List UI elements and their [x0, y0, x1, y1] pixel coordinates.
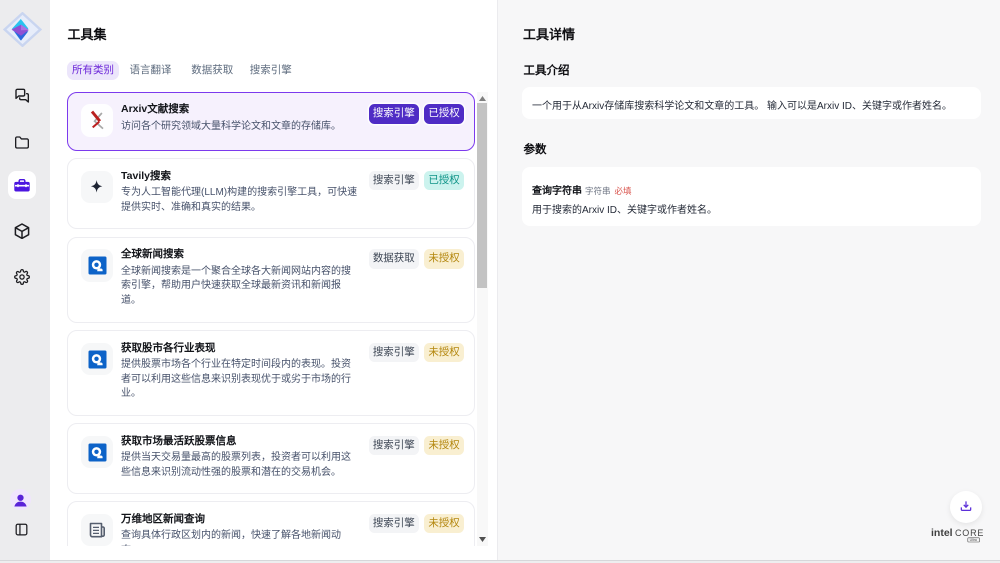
svg-text:CORE: CORE [955, 528, 983, 538]
svg-text:Ultra: Ultra [970, 538, 977, 542]
svg-text:intel: intel [931, 527, 953, 539]
